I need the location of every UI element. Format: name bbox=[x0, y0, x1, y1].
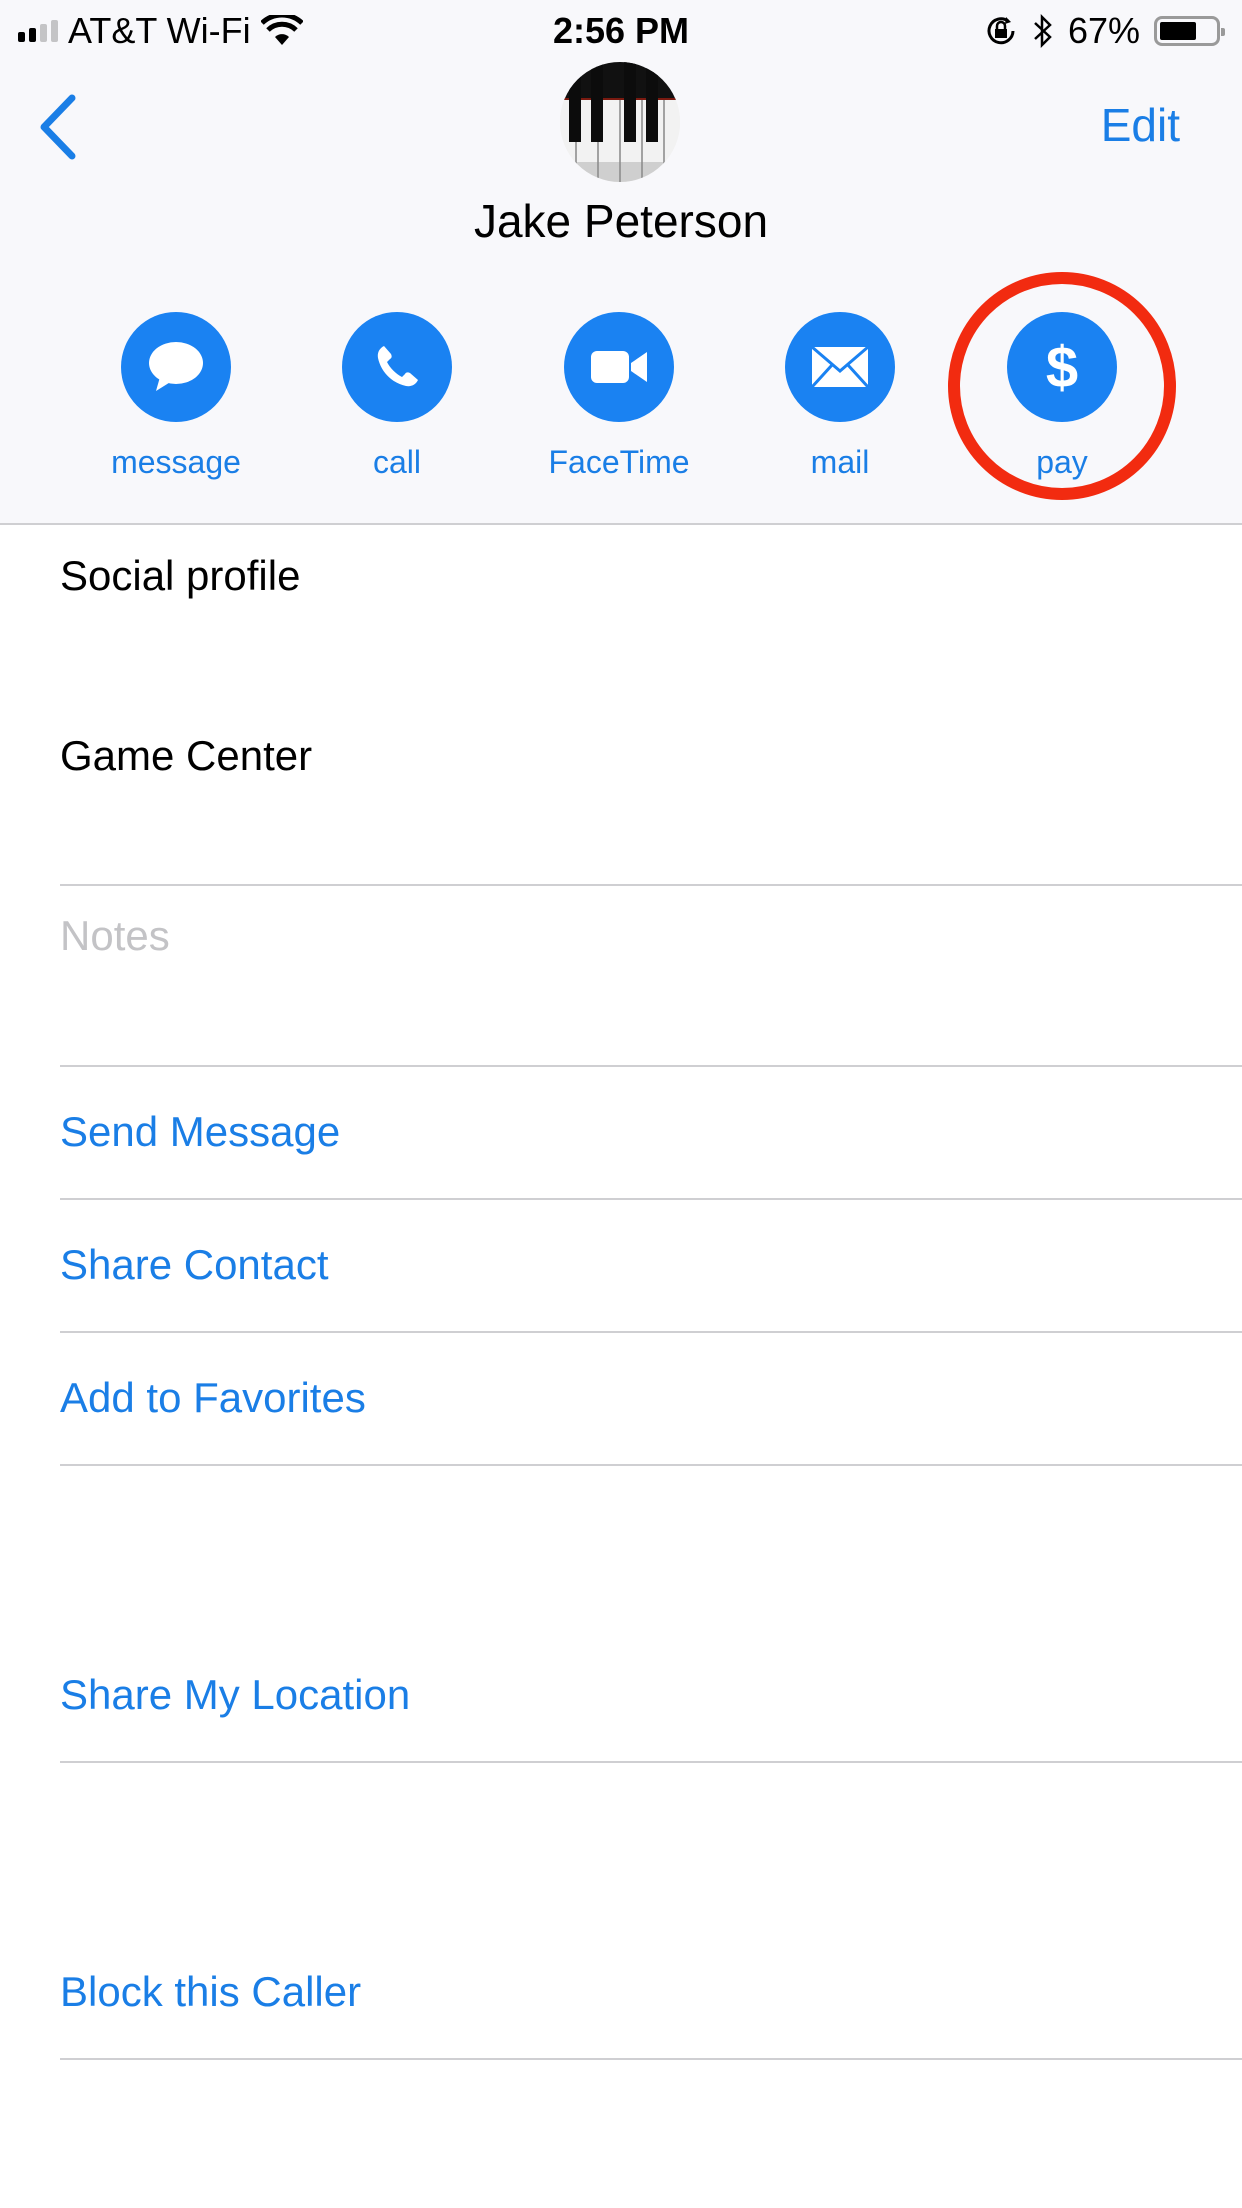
share-location-link[interactable]: Share My Location bbox=[60, 1671, 410, 1719]
message-action-label: message bbox=[111, 444, 241, 480]
divider bbox=[60, 1331, 1242, 1333]
send-message-link[interactable]: Send Message bbox=[60, 1108, 340, 1156]
status-bar: AT&T Wi-Fi 2:56 PM 67% bbox=[0, 0, 1242, 62]
battery-icon bbox=[1154, 16, 1225, 46]
pay-highlight-ring bbox=[948, 272, 1176, 500]
facetime-action-label: FaceTime bbox=[548, 444, 690, 480]
mail-action-label: mail bbox=[810, 444, 870, 480]
divider bbox=[60, 1464, 1242, 1466]
facetime-action-button[interactable]: FaceTime bbox=[519, 312, 719, 481]
divider bbox=[60, 1065, 1242, 1067]
add-to-favorites-link[interactable]: Add to Favorites bbox=[60, 1374, 366, 1422]
back-button[interactable] bbox=[34, 92, 84, 162]
bluetooth-icon bbox=[1034, 13, 1052, 49]
edit-button[interactable]: Edit bbox=[1101, 98, 1180, 152]
divider bbox=[60, 1198, 1242, 1200]
message-action-button[interactable]: message bbox=[76, 312, 276, 481]
share-contact-link[interactable]: Share Contact bbox=[60, 1241, 329, 1289]
mail-action-button[interactable]: mail bbox=[740, 312, 940, 481]
block-caller-link[interactable]: Block this Caller bbox=[60, 1968, 361, 2016]
divider bbox=[60, 1761, 1242, 1763]
contact-name: Jake Peterson bbox=[473, 195, 769, 247]
envelope-icon bbox=[810, 345, 870, 389]
divider bbox=[60, 884, 1242, 886]
game-center-field[interactable]: Game Center bbox=[60, 732, 312, 780]
rotation-lock-icon bbox=[987, 17, 1015, 45]
avatar bbox=[560, 62, 680, 182]
call-action-button[interactable]: call bbox=[297, 312, 497, 481]
header-divider bbox=[0, 523, 1242, 525]
social-profile-field[interactable]: Social profile bbox=[60, 552, 300, 600]
message-bubble-icon bbox=[149, 342, 203, 391]
phone-icon bbox=[377, 346, 418, 387]
battery-percent: 67% bbox=[1067, 10, 1140, 51]
notes-field[interactable]: Notes bbox=[60, 912, 170, 960]
call-action-label: call bbox=[372, 444, 421, 480]
divider bbox=[60, 2058, 1242, 2060]
video-camera-icon bbox=[591, 351, 647, 383]
contact-header: AT&T Wi-Fi 2:56 PM 67% Edit Jake Peterso… bbox=[0, 0, 1242, 523]
